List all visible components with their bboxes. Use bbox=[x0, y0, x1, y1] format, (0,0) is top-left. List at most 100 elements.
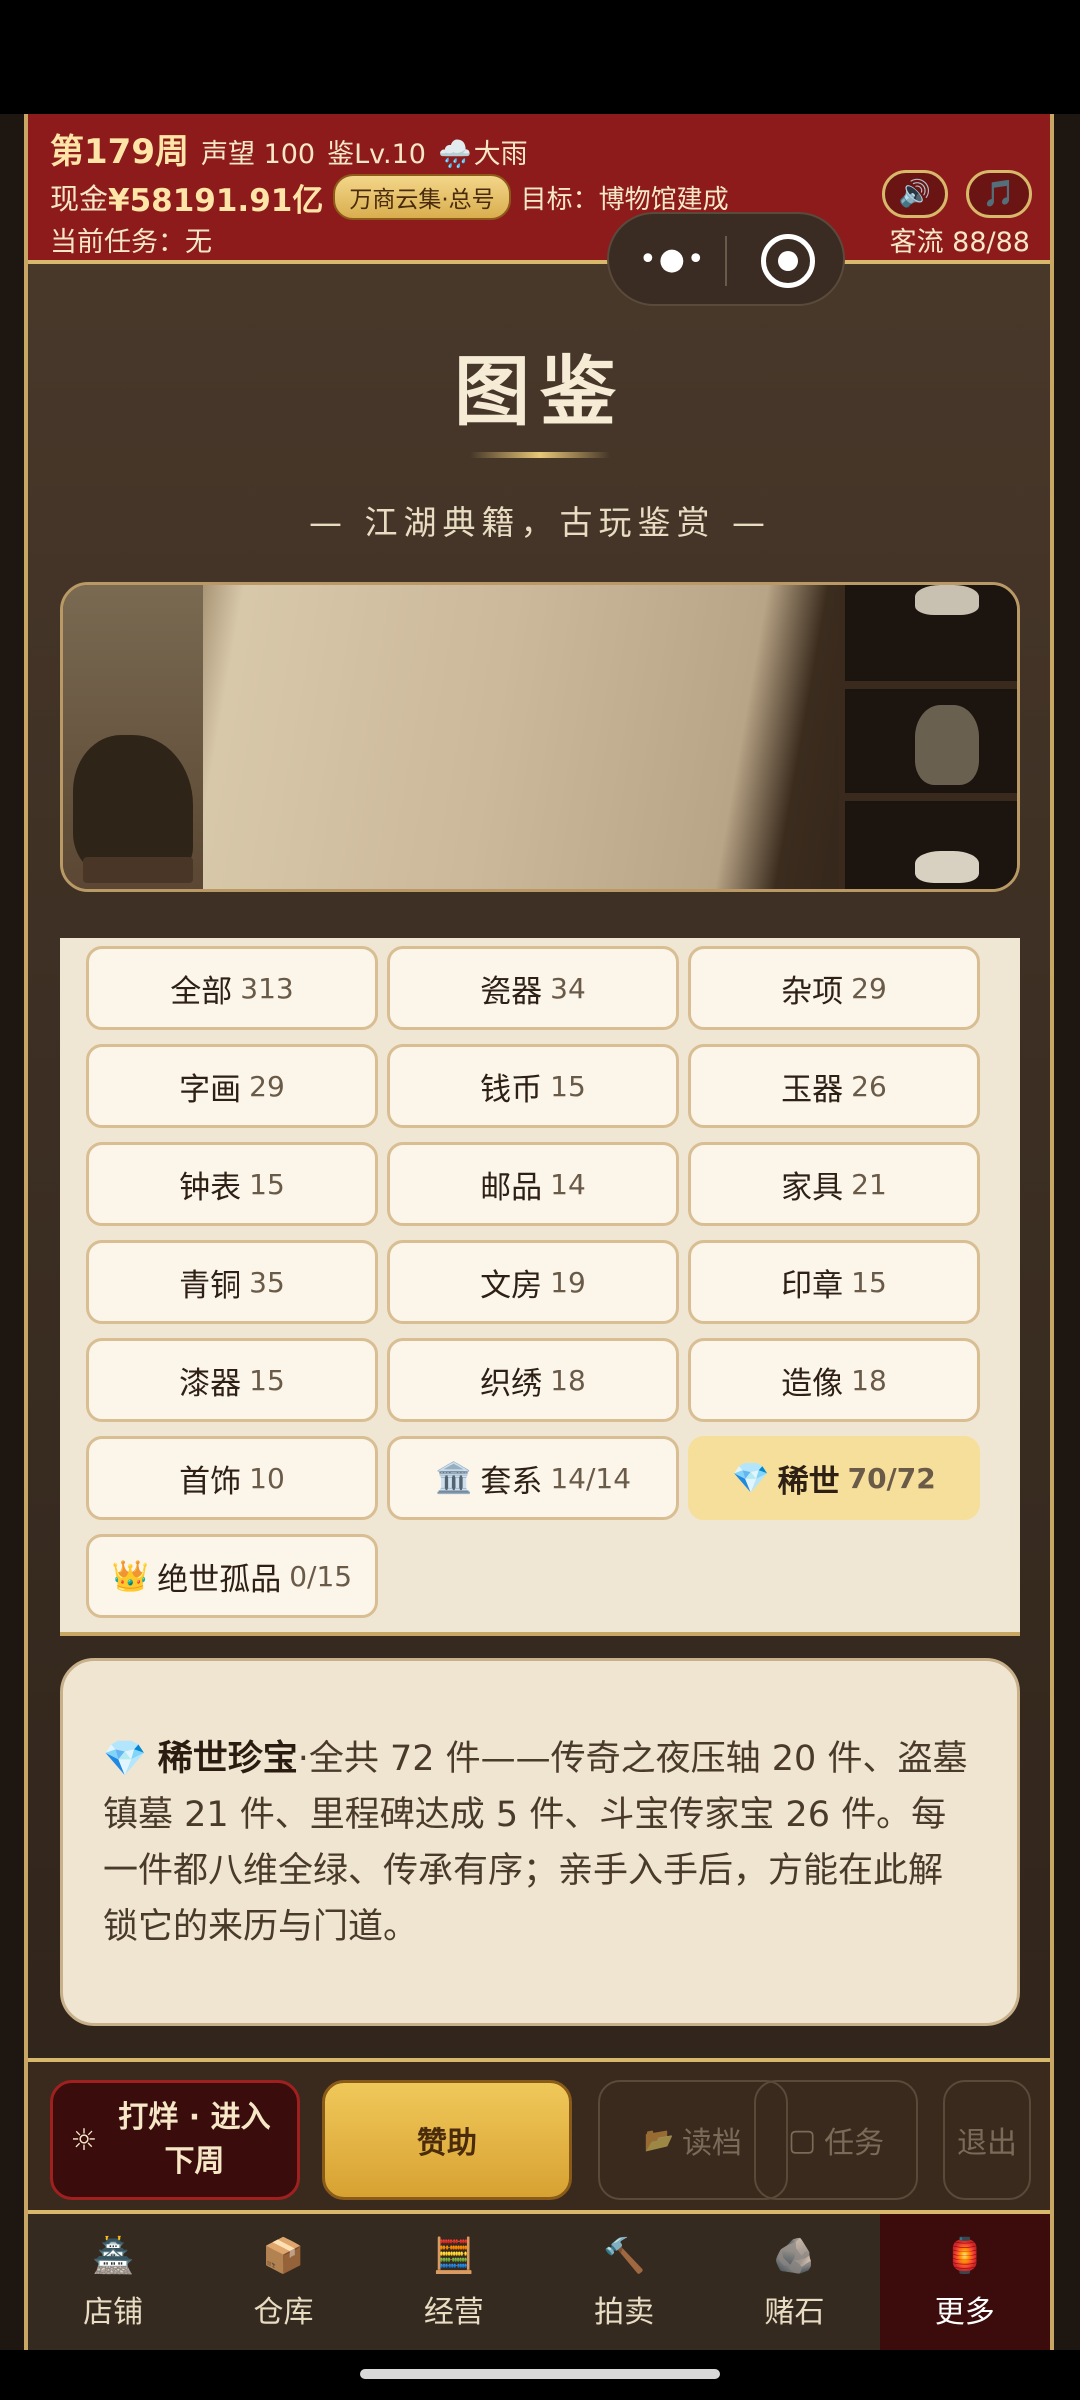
porcelain-bowl-illustration bbox=[915, 851, 979, 883]
category-button-7[interactable]: 钟表 15 bbox=[86, 1142, 378, 1226]
bronze-censer-illustration bbox=[915, 705, 979, 785]
tab-1[interactable]: 🏯 店铺 bbox=[28, 2214, 198, 2350]
tab-label: 更多 bbox=[934, 2295, 995, 2330]
bonsai-pot-illustration bbox=[83, 857, 193, 883]
category-label: 家具 bbox=[781, 1169, 844, 1206]
category-count: 34 bbox=[550, 971, 586, 1005]
current-task-label: 当前任务：无 bbox=[50, 227, 212, 258]
title-divider bbox=[470, 452, 610, 458]
category-button-19[interactable]: 👑 绝世孤品 0/15 bbox=[86, 1534, 378, 1618]
cash-value: ¥58191.91亿 bbox=[108, 182, 324, 219]
tab-label: 赌石 bbox=[764, 2295, 825, 2330]
category-label: 绝世孤品 bbox=[157, 1561, 282, 1598]
category-button-8[interactable]: 邮品 14 bbox=[387, 1142, 679, 1226]
category-button-11[interactable]: 文房 19 bbox=[387, 1240, 679, 1324]
description-heading: 稀世珍宝 bbox=[157, 1739, 298, 1779]
right-border bbox=[1054, 114, 1080, 2350]
category-button-18[interactable]: 💎 稀世 70/72 bbox=[688, 1436, 980, 1520]
page-subtitle: — 江湖典籍，古玩鉴赏 — bbox=[309, 503, 771, 542]
category-button-13[interactable]: 漆器 15 bbox=[86, 1338, 378, 1422]
status-bar bbox=[0, 0, 1080, 114]
tab-label: 经营 bbox=[423, 2295, 484, 2330]
tab-icon: 🔨 bbox=[602, 2236, 646, 2276]
category-button-9[interactable]: 家具 21 bbox=[688, 1142, 980, 1226]
collection-description-card: 💎 稀世珍宝·全共 72 件——传奇之夜压轴 20 件、盗墓镇墓 21 件、里程… bbox=[60, 1658, 1020, 2026]
category-label: 造像 bbox=[781, 1365, 844, 1402]
speaker-icon: 🔊 bbox=[898, 179, 932, 209]
tab-icon: 🏯 bbox=[91, 2236, 135, 2276]
category-count: 15 bbox=[249, 1363, 285, 1397]
shop-account-badge[interactable]: 万商云集·总号 bbox=[333, 174, 511, 220]
tab-icon: 🏮 bbox=[943, 2236, 986, 2276]
category-label: 字画 bbox=[179, 1071, 242, 1108]
music-toggle-button[interactable]: 🎵 bbox=[966, 170, 1032, 218]
tab-2[interactable]: 📦 仓库 bbox=[198, 2214, 368, 2350]
category-count: 15 bbox=[249, 1167, 285, 1201]
category-label: 瓷器 bbox=[480, 973, 543, 1010]
diamond-icon: 💎 bbox=[103, 1739, 147, 1779]
tab-label: 拍卖 bbox=[594, 2295, 655, 2330]
category-count: 35 bbox=[249, 1265, 285, 1299]
tab-6[interactable]: 🏮 更多 bbox=[879, 2214, 1050, 2350]
category-icon: 💎 bbox=[732, 1460, 770, 1496]
category-label: 稀世 bbox=[777, 1463, 840, 1500]
tab-icon: 🧮 bbox=[432, 2236, 475, 2276]
category-button-16[interactable]: 首饰 10 bbox=[86, 1436, 378, 1520]
category-count: 26 bbox=[851, 1069, 887, 1103]
category-button-15[interactable]: 造像 18 bbox=[688, 1338, 980, 1422]
task-icon: ▢ bbox=[787, 2122, 817, 2158]
end-week-label: 打烊 · 进入下周 bbox=[118, 2100, 271, 2179]
category-count: 29 bbox=[851, 971, 887, 1005]
task-label: 任务 bbox=[824, 2126, 885, 2161]
category-label: 邮品 bbox=[480, 1169, 543, 1206]
sponsor-button[interactable]: 赞助 bbox=[322, 2080, 572, 2200]
home-gesture-bar[interactable] bbox=[360, 2369, 720, 2379]
more-options-icon[interactable]: •●• bbox=[639, 242, 707, 277]
sound-toggle-button[interactable]: 🔊 bbox=[882, 170, 948, 218]
category-count: 70/72 bbox=[847, 1461, 936, 1495]
end-week-button[interactable]: ☼ 打烊 · 进入下周 bbox=[50, 2080, 300, 2200]
close-miniprogram-icon[interactable] bbox=[761, 234, 815, 288]
miniprogram-capsule: •●• bbox=[607, 212, 845, 306]
category-filter-panel: 全部 313 瓷器 34 杂项 29 字画 29 钱币 15 玉器 26 钟表 15 邮品 14 家具 21 青铜 3… bbox=[60, 938, 1020, 1636]
category-label: 套系 bbox=[480, 1463, 543, 1500]
category-label: 首饰 bbox=[179, 1463, 242, 1500]
category-label: 杂项 bbox=[781, 973, 844, 1010]
category-label: 印章 bbox=[781, 1267, 844, 1304]
category-button-5[interactable]: 钱币 15 bbox=[387, 1044, 679, 1128]
category-count: 21 bbox=[851, 1167, 887, 1201]
category-label: 钟表 bbox=[179, 1169, 242, 1206]
antique-shelf-illustration bbox=[839, 585, 1017, 889]
visitor-count: 客流 88/88 bbox=[889, 227, 1030, 258]
category-button-2[interactable]: 瓷器 34 bbox=[387, 946, 679, 1030]
bottom-tab-bar: 🏯 店铺 📦 仓库 🧮 经营 🔨 拍卖 🪨 赌石 🏮 更多 bbox=[28, 2214, 1050, 2350]
category-label: 文房 bbox=[480, 1267, 543, 1304]
category-button-4[interactable]: 字画 29 bbox=[86, 1044, 378, 1128]
tab-4[interactable]: 🔨 拍卖 bbox=[539, 2214, 709, 2350]
category-count: 14/14 bbox=[550, 1461, 632, 1495]
category-button-14[interactable]: 织绣 18 bbox=[387, 1338, 679, 1422]
exit-button[interactable]: 退出 bbox=[943, 2080, 1031, 2200]
load-save-label: 读档 bbox=[681, 2126, 742, 2161]
tab-icon: 🪨 bbox=[773, 2236, 816, 2276]
category-button-6[interactable]: 玉器 26 bbox=[688, 1044, 980, 1128]
tab-label: 仓库 bbox=[253, 2295, 314, 2330]
category-button-17[interactable]: 🏛️ 套系 14/14 bbox=[387, 1436, 679, 1520]
category-count: 19 bbox=[550, 1265, 586, 1299]
tab-5[interactable]: 🪨 赌石 bbox=[709, 2214, 879, 2350]
category-icon: 👑 bbox=[111, 1558, 150, 1594]
category-button-3[interactable]: 杂项 29 bbox=[688, 946, 980, 1030]
category-count: 10 bbox=[249, 1461, 285, 1495]
category-count: 29 bbox=[249, 1069, 285, 1103]
category-count: 15 bbox=[550, 1069, 586, 1103]
task-button[interactable]: ▢ 任务 bbox=[754, 2080, 918, 2200]
sponsor-label: 赞助 bbox=[417, 2126, 477, 2161]
reputation-label: 声望 100 bbox=[200, 139, 316, 170]
category-button-12[interactable]: 印章 15 bbox=[688, 1240, 980, 1324]
category-label: 全部 bbox=[170, 973, 233, 1010]
category-label: 织绣 bbox=[480, 1365, 543, 1402]
category-label: 青铜 bbox=[179, 1267, 242, 1304]
category-button-10[interactable]: 青铜 35 bbox=[86, 1240, 378, 1324]
category-button-1[interactable]: 全部 313 bbox=[86, 946, 378, 1030]
tab-3[interactable]: 🧮 经营 bbox=[369, 2214, 539, 2350]
